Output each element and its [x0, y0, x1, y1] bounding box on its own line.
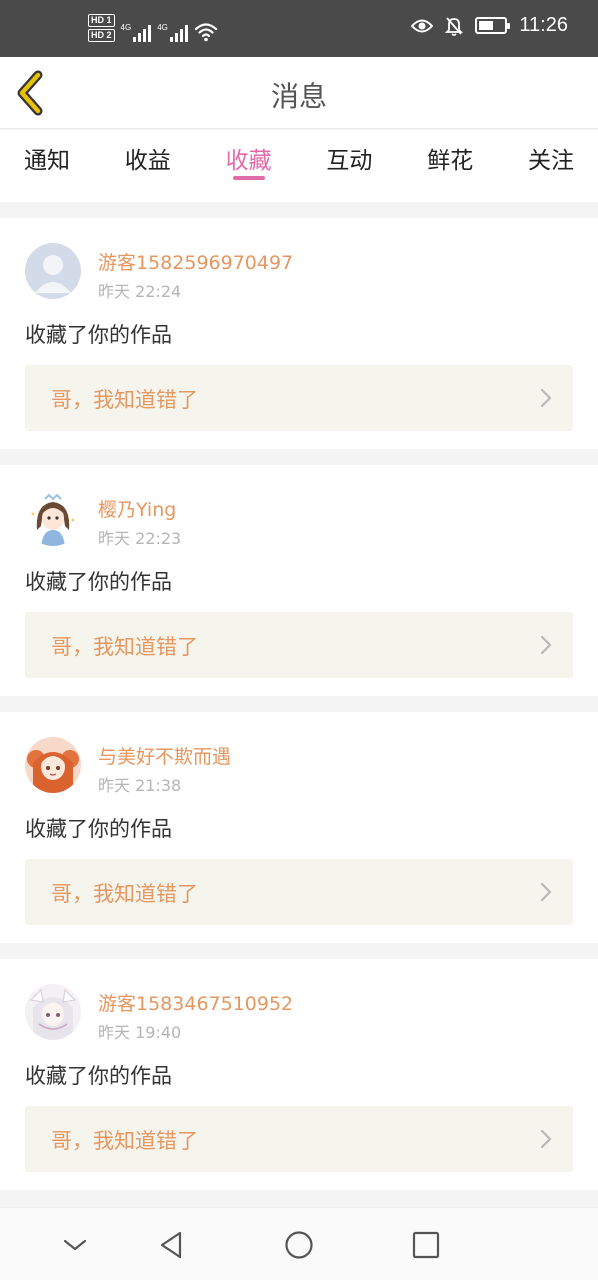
avatar[interactable]	[25, 737, 81, 793]
tab-notifications[interactable]: 通知	[24, 130, 70, 202]
notification-list: 游客1582596970497 昨天 22:24 收藏了你的作品 哥，我知道错了…	[0, 218, 598, 1206]
home-circle-icon[interactable]	[282, 1228, 316, 1262]
list-item: 与美好不欺而遇 昨天 21:38 收藏了你的作品 哥，我知道错了	[0, 712, 598, 943]
action-text: 收藏了你的作品	[25, 1064, 172, 1088]
status-bar: HD 1 HD 2 4G 4G 11:26	[0, 0, 598, 57]
collapse-down-icon[interactable]	[58, 1228, 92, 1262]
tab-bar: 通知 收益 收藏 互动 鲜花 关注	[0, 130, 598, 202]
timestamp: 昨天 21:38	[98, 776, 182, 795]
timestamp: 昨天 19:40	[98, 1023, 182, 1042]
username[interactable]: 游客1582596970497	[98, 248, 293, 275]
work-card[interactable]: 哥，我知道错了	[25, 1106, 573, 1172]
work-title: 哥，我知道错了	[51, 1129, 198, 1153]
action-text: 收藏了你的作品	[25, 817, 172, 841]
list-item: 樱乃Ying 昨天 22:23 收藏了你的作品 哥，我知道错了	[0, 465, 598, 696]
tab-underline	[232, 176, 265, 180]
tab-label: 关注	[527, 148, 574, 174]
work-card[interactable]: 哥，我知道错了	[25, 365, 573, 431]
chevron-right-icon	[540, 1129, 552, 1149]
work-card[interactable]: 哥，我知道错了	[25, 859, 573, 925]
tab-favorites[interactable]: 收藏	[226, 130, 272, 202]
work-card[interactable]: 哥，我知道错了	[25, 612, 573, 678]
app-header: 消息	[0, 57, 598, 129]
chevron-right-icon	[540, 882, 552, 902]
eye-icon	[411, 19, 434, 32]
network-type-label: 4G	[120, 23, 132, 32]
chevron-right-icon	[540, 635, 552, 655]
avatar[interactable]	[25, 243, 81, 299]
tab-interactions[interactable]: 互动	[326, 130, 372, 202]
tab-flowers[interactable]: 鲜花	[427, 130, 473, 202]
work-title: 哥，我知道错了	[51, 882, 198, 906]
clock: 11:26	[519, 14, 568, 36]
tab-label: 通知	[24, 148, 70, 174]
action-text: 收藏了你的作品	[25, 570, 172, 594]
tab-label: 收藏	[225, 148, 272, 174]
timestamp: 昨天 22:23	[98, 529, 182, 548]
action-text: 收藏了你的作品	[25, 323, 172, 347]
network-type-label: 4G	[157, 23, 168, 32]
sim2-label: HD 2	[88, 29, 115, 42]
tab-earnings[interactable]: 收益	[125, 130, 171, 202]
avatar[interactable]	[25, 984, 81, 1040]
signal-icon: 4G	[157, 24, 188, 42]
list-item: 游客1582596970497 昨天 22:24 收藏了你的作品 哥，我知道错了	[0, 218, 598, 449]
list-item: 游客1583467510952 昨天 19:40 收藏了你的作品 哥，我知道错了	[0, 959, 598, 1190]
tab-following[interactable]: 关注	[528, 130, 574, 202]
sim1-label: HD 1	[88, 14, 115, 27]
back-triangle-icon[interactable]	[154, 1228, 188, 1262]
work-title: 哥，我知道错了	[51, 388, 198, 412]
wifi-icon	[194, 23, 217, 42]
recents-square-icon[interactable]	[409, 1228, 443, 1262]
tab-label: 互动	[326, 148, 373, 174]
system-nav-bar	[0, 1207, 598, 1280]
signal-icon: 4G	[121, 24, 152, 42]
page-title: 消息	[270, 80, 327, 113]
tab-label: 鲜花	[427, 148, 474, 174]
bell-off-icon	[445, 16, 464, 36]
username[interactable]: 与美好不欺而遇	[98, 742, 231, 769]
avatar[interactable]	[25, 490, 81, 546]
username[interactable]: 游客1583467510952	[98, 989, 293, 1016]
chevron-right-icon	[540, 388, 552, 408]
sim-indicators: HD 1 HD 2	[88, 14, 115, 42]
status-left: HD 1 HD 2 4G 4G	[88, 14, 218, 42]
work-title: 哥，我知道错了	[51, 635, 198, 659]
status-right: 11:26	[411, 14, 568, 37]
timestamp: 昨天 22:24	[98, 282, 182, 301]
username[interactable]: 樱乃Ying	[98, 495, 176, 522]
tab-label: 收益	[124, 148, 171, 174]
battery-icon	[475, 17, 511, 34]
